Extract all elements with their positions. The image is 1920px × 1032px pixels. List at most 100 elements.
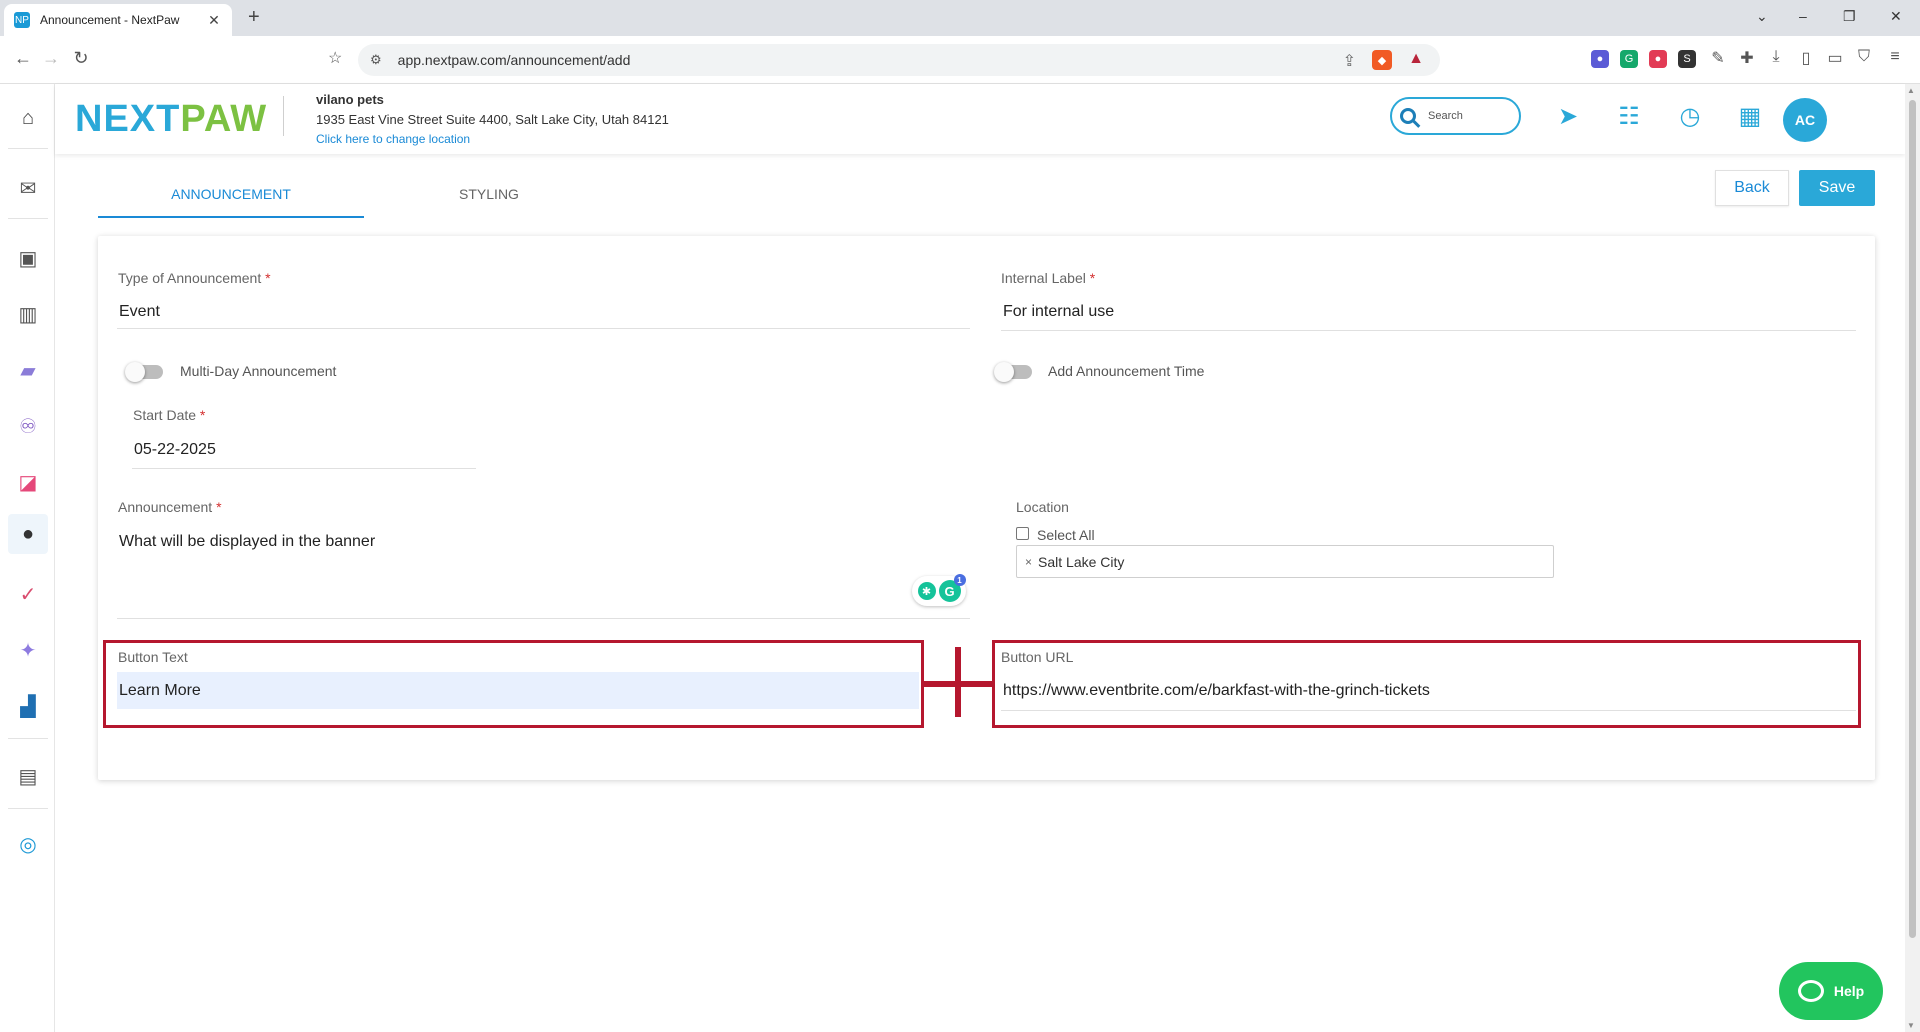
share-icon[interactable]: ⇪	[1343, 51, 1356, 71]
forward-arrow-icon[interactable]: →	[40, 48, 62, 69]
billing-icon[interactable]: ▦	[1735, 102, 1765, 131]
grammarly-icon[interactable]: G1	[938, 574, 966, 602]
help-button[interactable]: Help	[1779, 962, 1883, 1020]
cards-icon[interactable]: ▰	[8, 350, 48, 390]
extensions-puzzle-icon[interactable]: ✚	[1737, 48, 1757, 68]
analytics-chart-icon[interactable]: ▟	[8, 686, 48, 726]
grammarly-widget[interactable]: ✱ G1	[912, 574, 966, 606]
tab-styling[interactable]: STYLING	[364, 176, 614, 218]
pen-extension-icon[interactable]: ✎	[1708, 48, 1728, 68]
checklist-icon[interactable]: ✓	[8, 574, 48, 614]
coupon-icon[interactable]: ♾	[8, 406, 48, 446]
announcement-textarea[interactable]: What will be displayed in the banner	[119, 533, 375, 551]
internal-label-label: Internal Label *	[1001, 270, 1095, 286]
messages-icon[interactable]: ✉	[8, 168, 48, 208]
brave-shield-icon[interactable]: ◆	[1372, 50, 1392, 70]
scroll-down-icon[interactable]: ▼	[1907, 1021, 1915, 1030]
change-location-link[interactable]: Click here to change location	[316, 132, 470, 146]
annotation-plus-vertical	[955, 647, 961, 717]
search-placeholder: Search	[1428, 110, 1463, 122]
search-icon	[1400, 108, 1416, 124]
logo-text-next: NEXT	[75, 98, 181, 140]
multi-day-toggle[interactable]	[125, 362, 163, 382]
announcement-label: Announcement *	[118, 499, 222, 515]
minimize-button[interactable]: –	[1799, 8, 1807, 24]
toggle-knob	[994, 362, 1014, 382]
type-of-announcement-label: Type of Announcement *	[118, 270, 271, 286]
downloads-icon[interactable]: ⤓	[1766, 48, 1786, 66]
business-address: 1935 East Vine Street Suite 4400, Salt L…	[316, 112, 669, 127]
browser-tab[interactable]: NP Announcement - NextPaw ✕	[4, 4, 232, 36]
nextpaw-favicon-icon: NP	[14, 12, 30, 28]
building-icon[interactable]: ▥	[8, 294, 48, 334]
start-date-label: Start Date *	[133, 407, 205, 423]
home-icon[interactable]: ⌂	[8, 98, 48, 138]
type-of-announcement-select[interactable]: Event	[119, 303, 160, 321]
sidebar-toggle-icon[interactable]: ▯	[1796, 48, 1816, 68]
toggle-knob	[125, 362, 145, 382]
remove-chip-icon[interactable]: ×	[1025, 555, 1032, 569]
brave-rewards-icon[interactable]: ▲	[1408, 50, 1424, 68]
start-date-label-text: Start Date	[133, 407, 197, 423]
close-tab-icon[interactable]: ✕	[206, 12, 222, 29]
extension-4-icon[interactable]: S	[1678, 50, 1696, 68]
reload-icon[interactable]: ↻	[70, 48, 92, 69]
new-tab-button[interactable]: +	[248, 6, 260, 29]
location-multiselect[interactable]: × Salt Lake City	[1016, 545, 1554, 578]
tab-title: Announcement - NextPaw	[40, 13, 180, 27]
menu-icon[interactable]: ≡	[1885, 48, 1905, 66]
avatar[interactable]: AC	[1783, 98, 1827, 142]
search-input[interactable]: Search	[1390, 97, 1521, 135]
required-mark: *	[216, 499, 222, 515]
microphone-icon[interactable]: ●	[8, 514, 48, 554]
award-icon[interactable]: ◎	[8, 824, 48, 864]
gift-icon[interactable]: ✦	[8, 630, 48, 670]
logo-text-paw: PAW	[180, 98, 268, 140]
start-date-field[interactable]: 05-22-2025	[134, 441, 216, 459]
select-all-label: Select All	[1037, 527, 1095, 543]
page-scrollbar[interactable]: ▲ ▼	[1905, 84, 1920, 1032]
tab-styling-label: STYLING	[459, 186, 519, 202]
internal-label-field[interactable]: For internal use	[1003, 303, 1114, 321]
grammarly-badge: 1	[953, 574, 966, 586]
field-underline	[117, 618, 970, 619]
select-all-checkbox[interactable]	[1016, 527, 1029, 540]
tab-search-chevron-icon[interactable]: ⌄	[1756, 8, 1768, 25]
required-mark: *	[265, 270, 271, 286]
chat-bubble-icon	[1797, 980, 1824, 1002]
annotation-box-button-url	[992, 640, 1861, 728]
required-mark: *	[199, 407, 206, 423]
field-underline	[117, 328, 970, 329]
clock-icon[interactable]: ◷	[1675, 102, 1705, 131]
wallet-icon[interactable]: ▭	[1825, 48, 1845, 68]
send-icon[interactable]: ➤	[1553, 102, 1583, 131]
tab-announcement[interactable]: ANNOUNCEMENT	[98, 176, 364, 218]
training-icon[interactable]: ▤	[8, 756, 48, 796]
save-button[interactable]: Save	[1799, 170, 1875, 206]
scroll-up-icon[interactable]: ▲	[1907, 86, 1915, 95]
reviews-icon[interactable]: ☷	[1614, 102, 1644, 131]
lightbulb-icon[interactable]: ✱	[917, 582, 936, 600]
location-chip: Salt Lake City	[1038, 553, 1125, 570]
restore-button[interactable]: ❐	[1843, 8, 1856, 25]
nextpaw-logo[interactable]: NEXTPAW	[75, 98, 267, 141]
add-time-toggle[interactable]	[994, 362, 1032, 382]
required-mark: *	[1089, 270, 1096, 286]
extension-1-icon[interactable]: ●	[1591, 50, 1609, 68]
extension-3-icon[interactable]: ●	[1649, 50, 1667, 68]
bookmark-icon[interactable]: ☆	[328, 48, 342, 68]
tag-icon[interactable]: ◪	[8, 462, 48, 502]
grammarly-extension-icon[interactable]: G	[1620, 50, 1638, 68]
scroll-thumb[interactable]	[1909, 100, 1916, 938]
vpn-shield-icon[interactable]: ⛉	[1854, 48, 1874, 66]
close-window-button[interactable]: ✕	[1890, 8, 1902, 25]
url-field[interactable]: ⚙ app.nextpaw.com/announcement/add ⇪ ◆ ▲	[358, 44, 1440, 76]
back-button[interactable]: Back	[1715, 170, 1789, 206]
rail-divider	[8, 148, 48, 149]
browser-tab-bar: NP Announcement - NextPaw ✕ + ⌄ – ❐ ✕	[0, 0, 1920, 36]
rail-divider	[8, 218, 48, 219]
site-settings-icon[interactable]: ⚙	[370, 52, 382, 68]
back-arrow-icon[interactable]: ←	[12, 48, 34, 69]
id-card-icon[interactable]: ▣	[8, 238, 48, 278]
location-label: Location	[1016, 499, 1069, 515]
